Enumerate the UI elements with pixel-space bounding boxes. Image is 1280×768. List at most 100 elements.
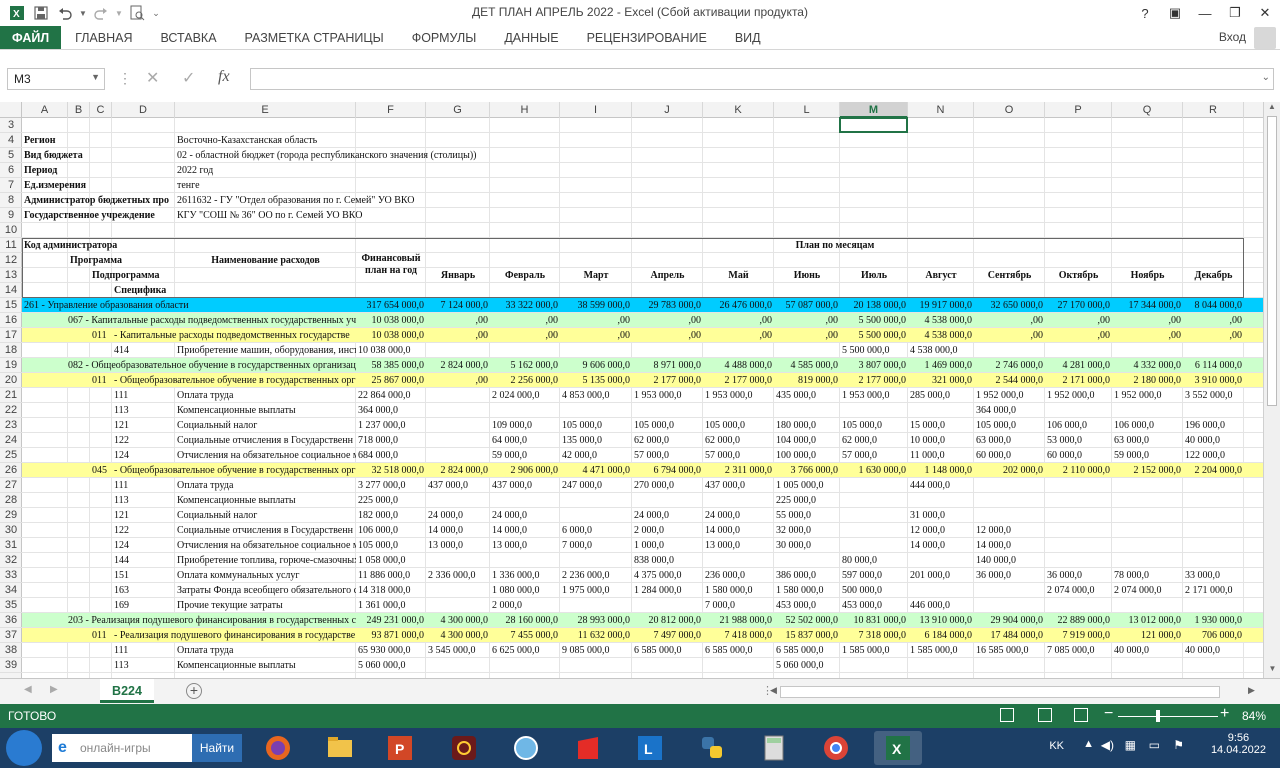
- cell[interactable]: 14 000,0: [703, 523, 774, 538]
- cell[interactable]: 2 171 000,0: [1045, 373, 1112, 388]
- cell[interactable]: 249 231 000,0: [356, 613, 426, 628]
- powerpoint-icon[interactable]: P: [376, 731, 424, 765]
- column-header[interactable]: R: [1183, 102, 1244, 118]
- row-header[interactable]: 6: [0, 163, 22, 178]
- cell[interactable]: 4 471 000,0: [560, 463, 632, 478]
- cell[interactable]: 113: [112, 403, 175, 418]
- column-header[interactable]: L: [774, 102, 840, 118]
- cell[interactable]: Социальный налог: [175, 418, 356, 433]
- row-header[interactable]: 33: [0, 568, 22, 583]
- cell[interactable]: 011: [90, 628, 112, 643]
- cell[interactable]: Социальный налог: [175, 508, 356, 523]
- zoom-in-icon[interactable]: +: [1220, 705, 1229, 723]
- cell[interactable]: 57 000,0: [703, 448, 774, 463]
- undo-dropdown-icon[interactable]: ▼: [78, 2, 88, 24]
- tab-review[interactable]: РЕЦЕНЗИРОВАНИЕ: [573, 26, 721, 49]
- cell[interactable]: 26 476 000,0: [703, 298, 774, 313]
- cell[interactable]: План по месяцам: [426, 238, 1244, 253]
- cell[interactable]: 1 930 000,0: [1183, 613, 1244, 628]
- cell[interactable]: Оплата труда: [175, 643, 356, 658]
- cell[interactable]: 62 000,0: [840, 433, 908, 448]
- cell[interactable]: 32 000,0: [774, 523, 840, 538]
- cell[interactable]: 8 971 000,0: [632, 358, 703, 373]
- cell[interactable]: 78 000,0: [1112, 568, 1183, 583]
- cell[interactable]: 4 375 000,0: [632, 568, 703, 583]
- cell[interactable]: 106 000,0: [1112, 418, 1183, 433]
- cell[interactable]: 22 889 000,0: [1045, 613, 1112, 628]
- cell[interactable]: 1 336 000,0: [490, 568, 560, 583]
- column-header[interactable]: F: [356, 102, 426, 118]
- cell[interactable]: 2 236 000,0: [560, 568, 632, 583]
- cell[interactable]: 55 000,0: [774, 508, 840, 523]
- cell[interactable]: 42 000,0: [560, 448, 632, 463]
- column-header[interactable]: N: [908, 102, 974, 118]
- cell[interactable]: 7 497 000,0: [632, 628, 703, 643]
- cell[interactable]: 24 000,0: [426, 508, 490, 523]
- zoom-out-icon[interactable]: −: [1104, 705, 1113, 723]
- cell[interactable]: 4 488 000,0: [703, 358, 774, 373]
- cell[interactable]: ,00: [1112, 328, 1183, 343]
- clock[interactable]: 9:56 14.04.2022: [1211, 732, 1266, 756]
- cell[interactable]: 122: [112, 433, 175, 448]
- column-header[interactable]: P: [1045, 102, 1112, 118]
- cell[interactable]: 1 580 000,0: [774, 583, 840, 598]
- cell[interactable]: 93 871 000,0: [356, 628, 426, 643]
- cell[interactable]: 30 000,0: [774, 538, 840, 553]
- cell[interactable]: 3 552 000,0: [1183, 388, 1244, 403]
- cell[interactable]: Август: [908, 268, 974, 283]
- tab-file[interactable]: ФАЙЛ: [0, 26, 62, 49]
- cell[interactable]: 6 000,0: [560, 523, 632, 538]
- cell[interactable]: 17 344 000,0: [1112, 298, 1183, 313]
- enter-icon[interactable]: ✓: [182, 68, 195, 88]
- cell[interactable]: 10 038 000,0: [356, 313, 426, 328]
- cell[interactable]: 2 110 000,0: [1045, 463, 1112, 478]
- cell[interactable]: 3 766 000,0: [774, 463, 840, 478]
- cell[interactable]: тенге: [175, 178, 632, 193]
- cell[interactable]: 718 000,0: [356, 433, 426, 448]
- cell[interactable]: Программа: [68, 253, 175, 268]
- cell[interactable]: 1 585 000,0: [840, 643, 908, 658]
- cell[interactable]: 196 000,0: [1183, 418, 1244, 433]
- cell[interactable]: Компенсационные выплаты: [175, 658, 356, 673]
- help-button[interactable]: ?: [1130, 0, 1160, 26]
- sheet-tab[interactable]: В224: [100, 679, 154, 703]
- cell[interactable]: 6 585 000,0: [632, 643, 703, 658]
- column-header[interactable]: G: [426, 102, 490, 118]
- cell[interactable]: 1 000,0: [632, 538, 703, 553]
- cell[interactable]: 1 469 000,0: [908, 358, 974, 373]
- avatar[interactable]: [1254, 27, 1276, 49]
- cell[interactable]: 1 284 000,0: [632, 583, 703, 598]
- print-preview-icon[interactable]: [126, 2, 148, 24]
- cell[interactable]: 33 000,0: [1183, 568, 1244, 583]
- cell[interactable]: 62 000,0: [703, 433, 774, 448]
- redo-icon[interactable]: [90, 2, 112, 24]
- cell[interactable]: 105 000,0: [632, 418, 703, 433]
- cell[interactable]: 12 000,0: [974, 523, 1045, 538]
- cell[interactable]: 2 180 000,0: [1112, 373, 1183, 388]
- formula-bar-grip-icon[interactable]: ⋮: [118, 70, 132, 88]
- cell[interactable]: ,00: [560, 313, 632, 328]
- row-header[interactable]: 22: [0, 403, 22, 418]
- row-header[interactable]: 26: [0, 463, 22, 478]
- cell[interactable]: ,00: [560, 328, 632, 343]
- cell[interactable]: Оплата труда: [175, 388, 356, 403]
- cell[interactable]: 2 074 000,0: [1045, 583, 1112, 598]
- cell[interactable]: 105 000,0: [840, 418, 908, 433]
- cell[interactable]: 2 152 000,0: [1112, 463, 1183, 478]
- cell[interactable]: 38 599 000,0: [560, 298, 632, 313]
- calculator-icon[interactable]: [750, 731, 798, 765]
- row-header[interactable]: 19: [0, 358, 22, 373]
- row-header[interactable]: 34: [0, 583, 22, 598]
- python-icon[interactable]: [688, 731, 736, 765]
- cell[interactable]: Наименование расходов: [175, 253, 356, 268]
- cell[interactable]: 10 038 000,0: [356, 343, 426, 358]
- cell[interactable]: 111: [112, 388, 175, 403]
- cell[interactable]: 321 000,0: [908, 373, 974, 388]
- video-editor-icon[interactable]: [440, 731, 488, 765]
- row-header[interactable]: 36: [0, 613, 22, 628]
- column-header[interactable]: Q: [1112, 102, 1183, 118]
- row-header[interactable]: 10: [0, 223, 22, 238]
- cell[interactable]: 1 080 000,0: [490, 583, 560, 598]
- cell[interactable]: Май: [703, 268, 774, 283]
- tab-view[interactable]: ВИД: [721, 26, 775, 49]
